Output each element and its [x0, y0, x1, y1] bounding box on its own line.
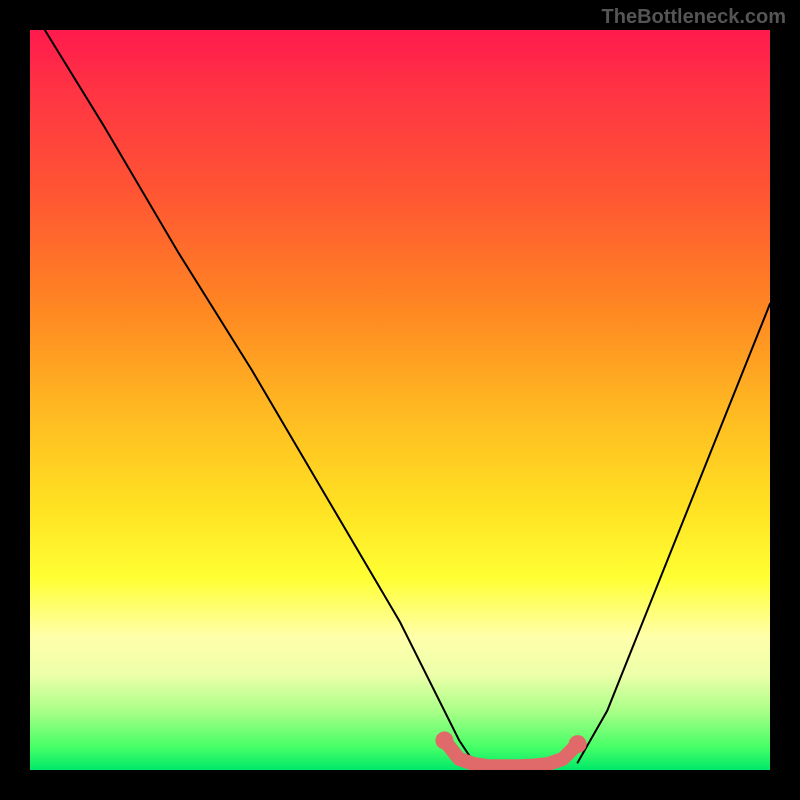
- right-curve: [578, 304, 770, 763]
- curve-overlay: [30, 30, 770, 770]
- chart-container: TheBottleneck.com: [0, 0, 800, 800]
- left-curve: [45, 30, 474, 763]
- watermark-text: TheBottleneck.com: [602, 6, 786, 29]
- plot-area: [30, 30, 770, 770]
